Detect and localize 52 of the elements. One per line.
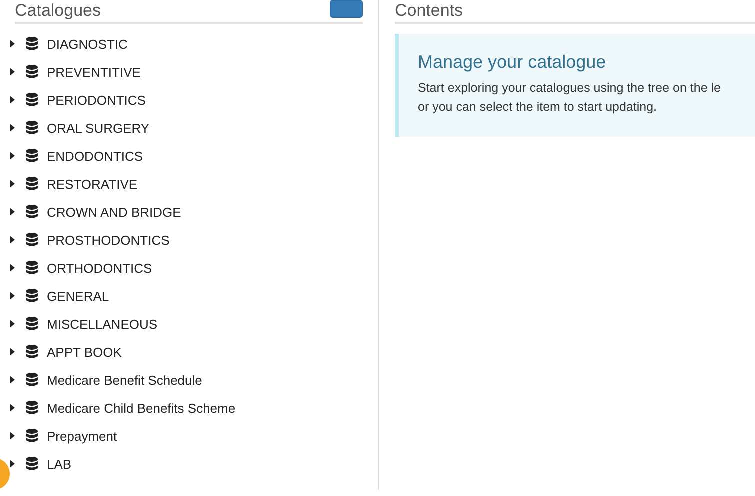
panel-title: Catalogues xyxy=(15,1,102,21)
callout-text: Start exploring your catalogues using the tree on the le or you can select the item to start updating. xyxy=(418,80,722,116)
database-icon xyxy=(26,121,38,135)
caret-right-icon[interactable] xyxy=(8,39,16,49)
tree-item[interactable]: DIAGNOSTIC xyxy=(47,36,128,52)
database-icon xyxy=(26,177,38,191)
caret-right-icon[interactable] xyxy=(8,207,16,217)
callout-title: Manage your catalogue xyxy=(418,52,608,73)
tree-item[interactable]: ORAL SURGERY xyxy=(47,120,150,136)
caret-right-icon[interactable] xyxy=(8,375,16,385)
tree-item[interactable]: RESTORATIVE xyxy=(47,176,138,192)
caret-right-icon[interactable] xyxy=(8,291,16,301)
database-icon xyxy=(26,205,38,219)
tree-item[interactable]: APPT BOOK xyxy=(47,344,122,360)
caret-right-icon[interactable] xyxy=(8,67,16,77)
database-icon xyxy=(26,429,38,443)
database-icon xyxy=(26,233,38,247)
caret-right-icon[interactable] xyxy=(8,151,16,161)
tree-item[interactable]: PREVENTITIVE xyxy=(47,64,141,80)
database-icon xyxy=(26,65,38,79)
caret-right-icon[interactable] xyxy=(8,459,16,469)
caret-right-icon[interactable] xyxy=(8,235,16,245)
caret-right-icon[interactable] xyxy=(8,431,16,441)
tree-item[interactable]: Prepayment xyxy=(47,428,118,444)
database-icon xyxy=(26,457,38,471)
caret-right-icon[interactable] xyxy=(8,263,16,273)
caret-right-icon[interactable] xyxy=(8,403,16,413)
tree-item[interactable]: Medicare Child Benefits Scheme xyxy=(47,400,236,416)
database-icon xyxy=(26,401,38,415)
database-icon xyxy=(26,373,38,387)
tree-item[interactable]: GENERAL xyxy=(47,288,110,304)
tree-item[interactable]: Medicare Benefit Schedule xyxy=(47,372,202,388)
panel-title: Contents xyxy=(395,1,464,21)
tree-item[interactable]: PROSTHODONTICS xyxy=(47,232,170,248)
database-icon xyxy=(26,37,38,51)
tree-item[interactable]: MISCELLANEOUS xyxy=(47,316,158,332)
caret-right-icon[interactable] xyxy=(8,319,16,329)
database-icon xyxy=(26,289,38,303)
caret-right-icon[interactable] xyxy=(8,179,16,189)
tree-item[interactable]: ENDODONTICS xyxy=(47,148,144,164)
caret-right-icon[interactable] xyxy=(8,95,16,105)
tree-item[interactable]: LAB xyxy=(47,456,72,472)
database-icon xyxy=(26,317,38,331)
tree-item[interactable]: CROWN AND BRIDGE xyxy=(47,204,182,220)
database-icon xyxy=(26,345,38,359)
caret-right-icon[interactable] xyxy=(8,347,16,357)
database-icon xyxy=(26,149,38,163)
database-icon xyxy=(26,261,38,275)
tree-item[interactable]: PERIODONTICS xyxy=(47,92,146,108)
database-icon xyxy=(26,93,38,107)
tree-item[interactable]: ORTHODONTICS xyxy=(47,260,152,276)
caret-right-icon[interactable] xyxy=(8,123,16,133)
